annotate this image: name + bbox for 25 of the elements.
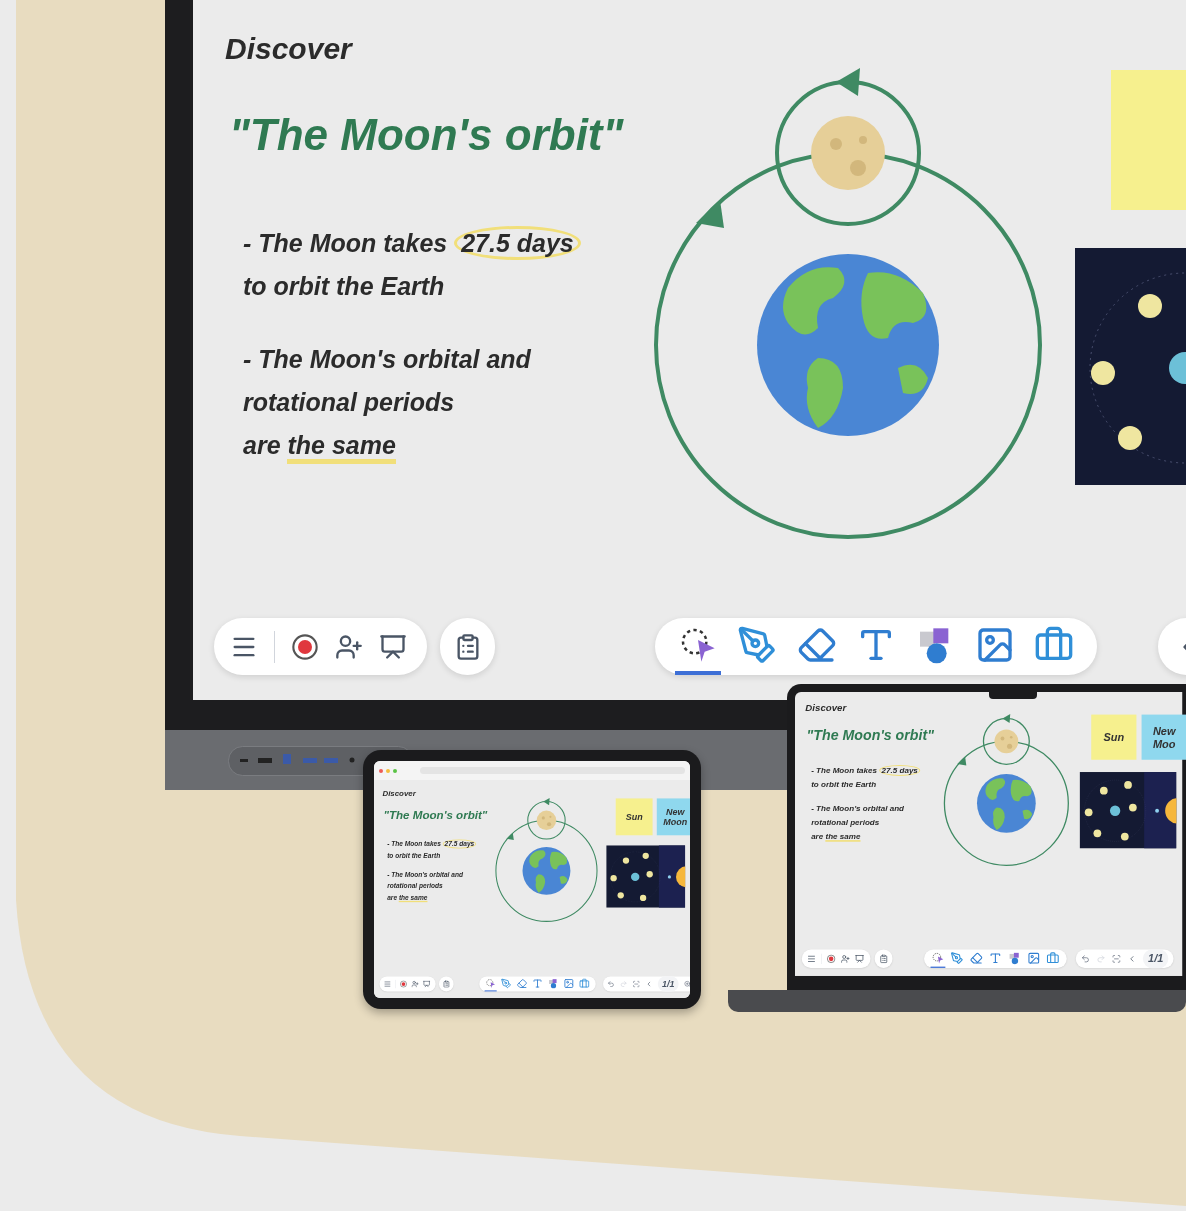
clipboard-button[interactable] [874,949,893,968]
sticky-note[interactable]: New Moon [656,798,690,836]
user-plus-icon[interactable] [335,632,363,661]
shapes-icon [1008,951,1021,965]
sticky-note[interactable]: New Moo [1141,714,1186,760]
pen-icon [737,624,778,665]
record-icon[interactable] [399,980,408,988]
sticky-note[interactable]: Sun [1091,714,1137,760]
board-title: "The Moon's orbit" [806,726,934,746]
page-counter: 1/1 [1142,949,1169,969]
board-title: "The Moon's orbit" [229,109,624,161]
presentation-icon[interactable] [379,632,407,661]
sticky-note[interactable]: Sun [615,798,653,836]
bullet-text: - The Moon takes 27.5 days to orbit the Earth [243,222,581,308]
page-counter: 1/1 [657,976,679,992]
board-title: "The Moon's orbit" [383,807,488,824]
shapes-icon [547,978,559,989]
record-icon[interactable] [291,632,319,661]
board-heading: Discover [225,31,352,67]
bullet-text: - The Moon's orbital and rotational periods are the same [243,338,581,467]
board-heading: Discover [805,701,847,715]
clipboard-button[interactable] [440,618,495,675]
record-icon[interactable] [826,954,836,964]
camera-notch [989,692,1037,699]
clipboard-button[interactable] [439,976,454,992]
